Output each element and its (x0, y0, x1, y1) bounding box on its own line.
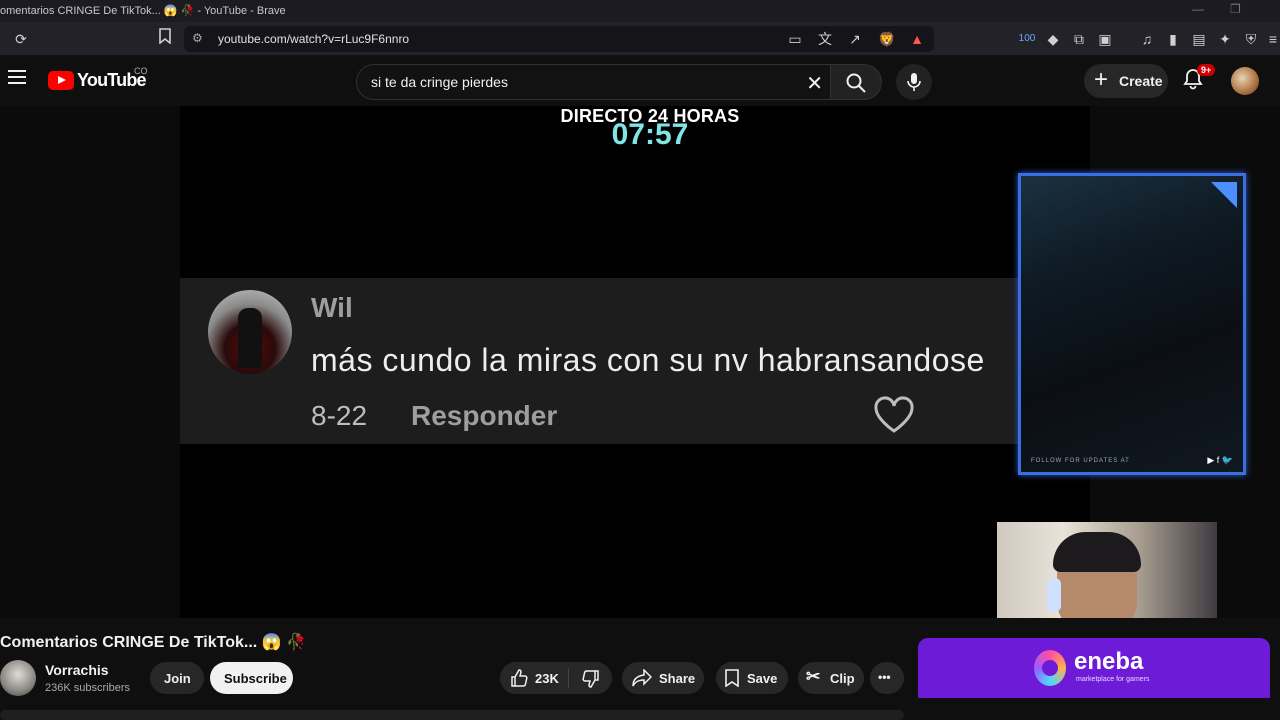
webcam-person-hair (1053, 532, 1141, 572)
create-button[interactable]: + Create (1084, 64, 1168, 98)
voice-search-button[interactable] (896, 64, 932, 100)
sidebar-icon[interactable]: ▮ (1162, 28, 1184, 50)
search-icon (846, 73, 866, 93)
video-title: Comentarios CRINGE De TikTok... 😱 🥀 (0, 634, 306, 651)
brave-rewards-icon[interactable]: ▲ (906, 28, 928, 50)
share-icon (632, 669, 652, 687)
thumbs-down-icon (582, 670, 599, 688)
create-label: Create (1119, 73, 1163, 89)
more-actions-button[interactable]: ••• (870, 662, 904, 694)
notifications-button[interactable]: 9+ (1182, 64, 1216, 94)
channel-avatar[interactable] (0, 660, 36, 696)
youtube-logo-icon[interactable] (48, 71, 74, 90)
extension-badge-icon[interactable]: 100 (1016, 28, 1038, 50)
headphones-icon (1047, 578, 1061, 612)
dislike-button[interactable] (582, 670, 600, 691)
share-page-icon[interactable]: ↗ (844, 28, 866, 50)
description-box-edge (0, 710, 904, 720)
translate-icon[interactable]: 文 (814, 28, 836, 50)
browser-title-bar: omentarios CRINGE De TikTok... 😱 🥀 - You… (0, 0, 1280, 22)
save-button[interactable]: Save (716, 662, 788, 694)
stream-overlay-clock: 07:57 (611, 118, 689, 151)
subscriber-count: 236K subscribers (45, 682, 130, 694)
channel-name[interactable]: Vorrachis (45, 662, 109, 678)
hamburger-menu-icon[interactable] (8, 70, 26, 89)
cast-icon[interactable]: ▭ (784, 28, 806, 50)
clip-button[interactable]: ✂ Clip (798, 662, 864, 694)
watch-metadata: Comentarios CRINGE De TikTok... 😱 🥀 Vorr… (0, 618, 1280, 720)
eneba-ad-banner[interactable]: eneba marketplace for gamers (918, 638, 1270, 698)
join-button[interactable]: Join (150, 662, 204, 694)
account-avatar[interactable] (1231, 67, 1259, 95)
like-divider (568, 668, 569, 688)
commenter-name: Wil (311, 292, 353, 323)
join-label: Join (164, 671, 191, 686)
brave-shields-icon[interactable]: 🦁 (876, 28, 898, 50)
scissors-icon: ✂ (806, 667, 821, 686)
search-query: si te da cringe pierdes (371, 74, 508, 90)
comment-reply-label: Responder (411, 400, 558, 431)
search-input[interactable]: si te da cringe pierdes ✕ (356, 64, 836, 100)
bookmark-icon[interactable] (154, 28, 176, 50)
youtube-masthead: YouTube CO si te da cringe pierdes ✕ + C… (0, 56, 1280, 106)
video-pillarbox-left (0, 106, 180, 618)
stream-overlay-frame: FOLLOW FOR UPDATES AT ▶ f 🐦 (1018, 173, 1246, 475)
save-icon (725, 669, 739, 687)
frame-social-icons: ▶ f 🐦 (1207, 455, 1233, 465)
eneba-tagline: marketplace for gamers (1076, 676, 1150, 683)
save-label: Save (747, 671, 778, 686)
country-code: CO (134, 66, 148, 76)
menu-icon[interactable]: ≡ (1262, 28, 1280, 50)
like-dislike-group: 23K (500, 662, 612, 694)
like-button[interactable] (510, 669, 528, 690)
site-settings-icon[interactable]: ⚙ (192, 31, 208, 47)
wallet-icon[interactable]: ▤ (1188, 28, 1210, 50)
reload-icon[interactable]: ⟳ (10, 28, 32, 50)
restore-icon[interactable]: ❐ (1230, 2, 1241, 16)
tiktok-comment-card: Wil más cundo la miras con su nv habrans… (180, 278, 1060, 444)
microphone-icon (907, 73, 921, 91)
frame-follow-text: FOLLOW FOR UPDATES AT (1031, 458, 1130, 464)
share-label: Share (659, 671, 696, 686)
subscribe-button[interactable]: Subscribe (210, 662, 293, 694)
clear-search-icon[interactable]: ✕ (806, 71, 823, 96)
frame-corner-accent (1211, 182, 1237, 208)
music-icon[interactable]: ♫ (1136, 28, 1158, 50)
ad-lower-area (918, 698, 1270, 720)
extension-icon[interactable]: ◆ (1042, 28, 1064, 50)
comment-date: 8-22 (311, 400, 368, 431)
search-button[interactable] (830, 64, 882, 100)
notification-badge: 9+ (1197, 64, 1216, 76)
subscribe-label: Subscribe (224, 671, 287, 686)
commenter-avatar (208, 290, 292, 374)
video-player[interactable]: DIRECTO 24 HORAS 07:57 Wil más cundo la … (0, 106, 1280, 646)
puzzle-icon[interactable]: ⧉ (1068, 28, 1090, 50)
browser-toolbar: ⟳ ⚙ youtube.com/watch?v=rLuc9F6nnro ▭ 文 … (0, 22, 1280, 56)
heart-icon (874, 396, 914, 433)
plus-icon: + (1094, 66, 1109, 93)
vpn-icon[interactable]: ⛨ (1240, 28, 1262, 50)
thumbs-up-icon (511, 669, 528, 687)
like-count: 23K (535, 671, 559, 686)
leo-ai-icon[interactable]: ✦ (1214, 28, 1236, 50)
window-title: omentarios CRINGE De TikTok... 😱 🥀 - You… (0, 5, 286, 17)
url-text: youtube.com/watch?v=rLuc9F6nnro (218, 32, 410, 46)
share-button[interactable]: Share (622, 662, 704, 694)
more-icon: ••• (878, 670, 891, 684)
comment-text: más cundo la miras con su nv habransando… (311, 342, 985, 378)
clip-label: Clip (830, 671, 855, 686)
eneba-brand: eneba (1074, 648, 1144, 675)
minimize-icon[interactable]: — (1192, 2, 1204, 16)
screenshot-icon[interactable]: ▣ (1094, 28, 1116, 50)
eneba-logo-icon (1034, 650, 1066, 686)
address-bar[interactable]: ⚙ youtube.com/watch?v=rLuc9F6nnro ▭ 文 ↗ … (184, 26, 934, 52)
